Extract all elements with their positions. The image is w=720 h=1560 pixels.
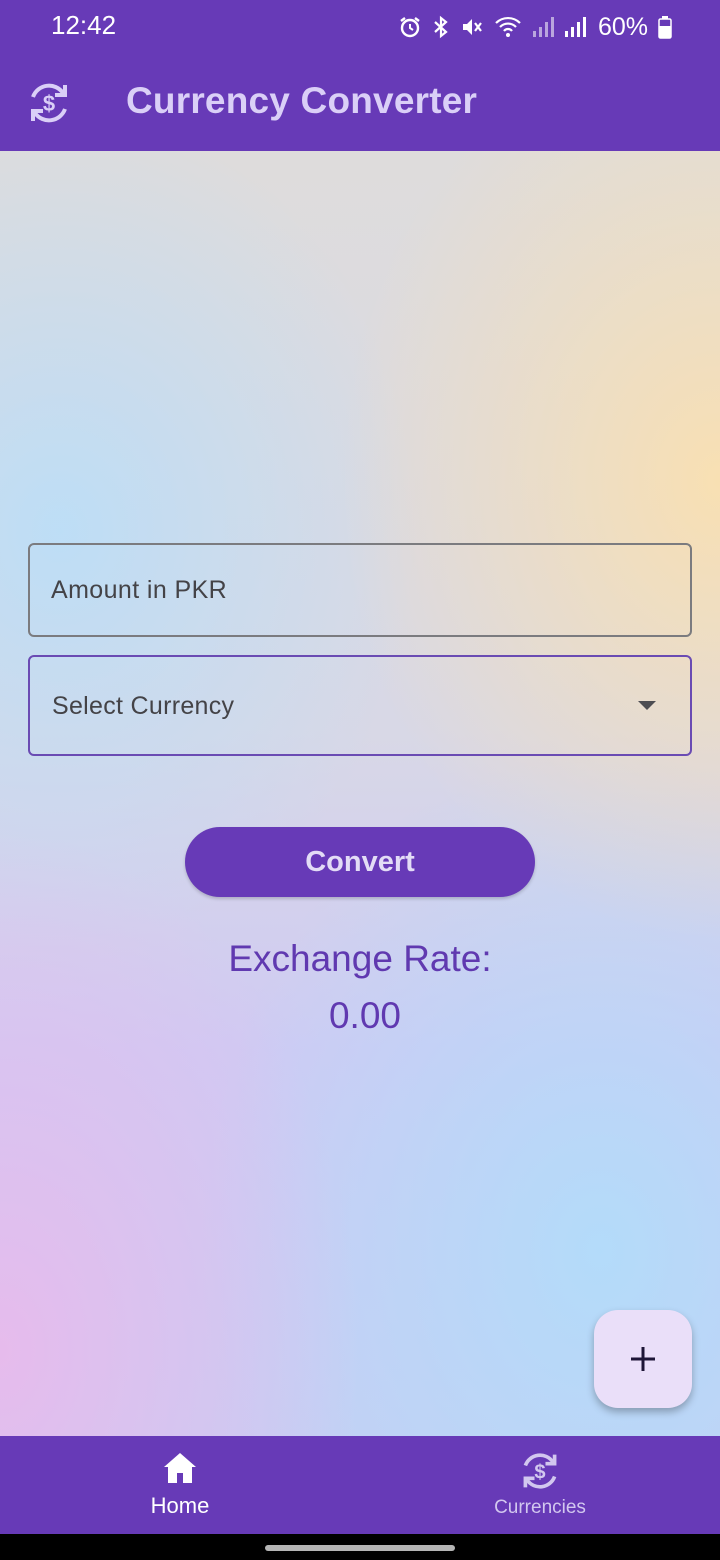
mute-icon (462, 19, 482, 35)
alarm-icon (400, 17, 420, 38)
svg-text:$: $ (43, 91, 55, 116)
amount-input[interactable] (28, 543, 692, 637)
currency-dropdown[interactable]: Select Currency (28, 655, 692, 756)
bottom-navigation: Home $ Currencies (0, 1436, 720, 1534)
gesture-bar (0, 1534, 720, 1560)
nav-item-currencies[interactable]: $ Currencies (360, 1436, 720, 1534)
home-icon (164, 1453, 196, 1483)
signal-icon (532, 17, 554, 37)
status-time: 12:42 (51, 10, 117, 40)
currency-dropdown-label: Select Currency (52, 692, 235, 720)
battery-icon (658, 16, 672, 39)
signal-icon (564, 17, 586, 37)
svg-text:$: $ (534, 1461, 545, 1483)
battery-percent: 60% (597, 12, 648, 41)
wifi-icon (495, 16, 521, 37)
status-icons: 60% (398, 12, 672, 42)
currency-exchange-icon: $ (523, 1453, 557, 1489)
currency-exchange-icon: $ (31, 83, 67, 123)
gesture-handle[interactable] (265, 1545, 455, 1551)
status-bar: 12:42 60% (0, 0, 720, 54)
main-content: Select Currency Convert Exchange Rate: 0… (0, 151, 720, 1436)
exchange-rate-value: 0.00 (328, 995, 401, 1036)
exchange-rate-label: Exchange Rate: (228, 938, 492, 979)
add-button[interactable] (594, 1310, 692, 1408)
chevron-down-icon (638, 701, 656, 710)
bluetooth-icon (434, 15, 448, 39)
nav-item-home[interactable]: Home (0, 1436, 360, 1534)
nav-label-home: Home (150, 1493, 210, 1518)
nav-label-currencies: Currencies (494, 1497, 586, 1518)
convert-button[interactable]: Convert (185, 827, 535, 897)
app-bar: $ Currency Converter (0, 54, 720, 151)
app-title: Currency Converter (126, 80, 478, 121)
plus-icon (631, 1347, 655, 1371)
